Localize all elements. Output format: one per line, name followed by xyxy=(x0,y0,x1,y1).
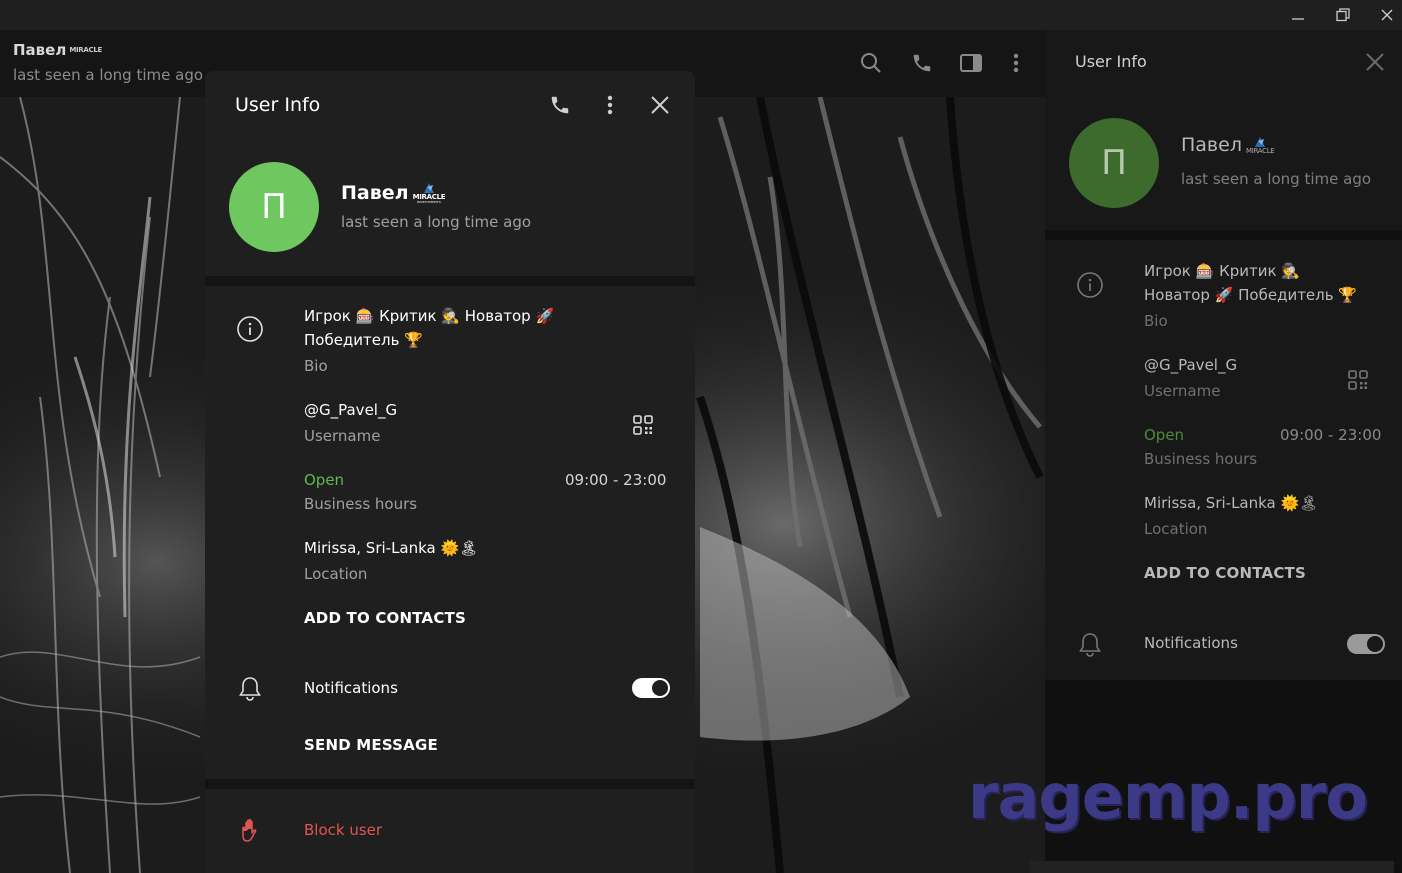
modal-title: User Info xyxy=(235,94,321,116)
section-divider xyxy=(205,276,695,286)
business-hours-label: Business hours xyxy=(304,495,418,513)
bottom-strip xyxy=(1030,861,1394,873)
user-info-modal: User Info П Павел MIRACLE INVESTMENTS la… xyxy=(205,71,695,873)
side-details-section: Игрок 🎰 Критик 🕵 Новатор 🚀 Победитель 🏆 … xyxy=(1045,240,1402,680)
sidebar-toggle-icon[interactable] xyxy=(958,50,984,76)
side-notifications-label: Notifications xyxy=(1144,634,1238,652)
bell-icon xyxy=(235,674,265,704)
side-bio-line1: Игрок 🎰 Критик 🕵 xyxy=(1144,262,1300,280)
username-label: Username xyxy=(304,427,381,445)
qr-code-icon[interactable] xyxy=(1343,365,1373,395)
business-hours-status: Open xyxy=(304,471,345,489)
qr-code-icon[interactable] xyxy=(628,410,658,440)
chat-status: last seen a long time ago xyxy=(13,66,204,84)
side-location[interactable]: Mirissa, Sri-Lanka 🌞🏝 xyxy=(1144,494,1318,512)
watermark-text: ragemp.pro xyxy=(968,760,1368,833)
side-hours-status: Open xyxy=(1144,426,1185,444)
more-options-icon[interactable] xyxy=(1003,50,1029,76)
side-name-text: Павел xyxy=(1181,134,1242,156)
restore-icon[interactable] xyxy=(1320,0,1365,30)
side-username[interactable]: @G_Pavel_G xyxy=(1144,356,1237,374)
search-icon[interactable] xyxy=(858,50,884,76)
side-username-label: Username xyxy=(1144,382,1221,400)
bell-icon xyxy=(1075,630,1105,660)
side-avatar[interactable]: П xyxy=(1069,118,1159,208)
chat-title[interactable]: Павел MIRACLE xyxy=(13,41,102,59)
chat-name-text: Павел xyxy=(13,41,67,59)
block-hand-icon[interactable] xyxy=(236,816,266,846)
side-panel-title: User Info xyxy=(1075,52,1147,71)
phone-icon[interactable] xyxy=(909,50,935,76)
location-label: Location xyxy=(304,565,368,583)
section-divider xyxy=(205,779,695,789)
more-options-icon[interactable] xyxy=(598,93,622,117)
block-user-button[interactable]: Block user xyxy=(304,821,382,839)
business-hours-value: 09:00 - 23:00 xyxy=(565,471,667,489)
side-user-status: last seen a long time ago xyxy=(1181,170,1372,188)
side-user-name: Павел MIRACLE xyxy=(1181,134,1275,156)
user-status: last seen a long time ago xyxy=(341,213,532,231)
side-bio-label: Bio xyxy=(1144,312,1168,330)
window-titlebar xyxy=(0,0,1402,30)
side-bio-line2: Новатор 🚀 Победитель 🏆 xyxy=(1144,286,1358,304)
username-value[interactable]: @G_Pavel_G xyxy=(304,401,397,419)
side-close-icon[interactable] xyxy=(1365,52,1387,74)
side-add-to-contacts-button[interactable]: ADD TO CONTACTS xyxy=(1144,564,1306,582)
notifications-label: Notifications xyxy=(304,679,398,697)
user-name: Павел MIRACLE INVESTMENTS xyxy=(341,182,446,204)
add-to-contacts-button[interactable]: ADD TO CONTACTS xyxy=(304,609,466,627)
bio-label: Bio xyxy=(304,357,328,375)
minimize-icon[interactable] xyxy=(1275,0,1320,30)
miracle-logo: MIRACLE INVESTMENTS xyxy=(413,182,446,204)
bio-line2: Победитель 🏆 xyxy=(304,331,423,349)
notifications-toggle[interactable] xyxy=(632,678,670,698)
side-hours-value: 09:00 - 23:00 xyxy=(1280,426,1382,444)
side-notifications-toggle[interactable] xyxy=(1347,634,1385,654)
info-icon xyxy=(235,314,265,344)
miracle-logo: MIRACLE xyxy=(69,45,102,54)
call-icon[interactable] xyxy=(548,93,572,117)
side-hours-label: Business hours xyxy=(1144,450,1258,468)
bio-line1: Игрок 🎰 Критик 🕵 Новатор 🚀 xyxy=(304,307,555,325)
send-message-button[interactable]: SEND MESSAGE xyxy=(304,736,438,754)
close-window-icon[interactable] xyxy=(1364,0,1402,30)
side-location-label: Location xyxy=(1144,520,1208,538)
info-icon xyxy=(1075,270,1105,300)
side-profile-section: User Info П Павел MIRACLE last seen a lo… xyxy=(1045,30,1402,230)
user-avatar[interactable]: П xyxy=(229,162,319,252)
location-value[interactable]: Mirissa, Sri-Lanka 🌞🏝 xyxy=(304,539,478,557)
close-icon[interactable] xyxy=(648,93,672,117)
user-name-text: Павел xyxy=(341,182,409,204)
miracle-logo: MIRACLE xyxy=(1246,136,1275,155)
user-info-side-panel: User Info П Павел MIRACLE last seen a lo… xyxy=(1045,30,1402,873)
